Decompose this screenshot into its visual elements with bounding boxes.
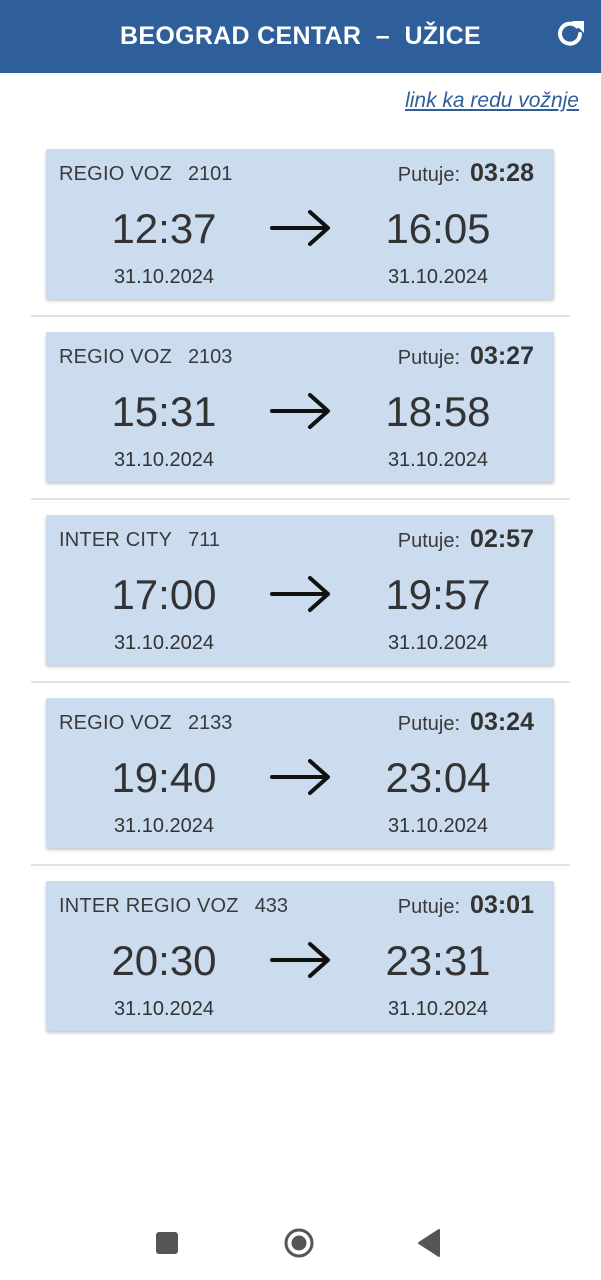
arrow-right-icon	[270, 942, 330, 978]
train-label: REGIO VOZ 2133	[59, 712, 232, 735]
route-title: BEOGRAD CENTAR – UŽICE	[120, 22, 481, 50]
arrival-time: 18:58	[385, 388, 491, 435]
train-type: REGIO VOZ	[59, 346, 172, 368]
duration-value: 03:28	[470, 159, 534, 187]
duration: Putuje: 03:27	[398, 342, 534, 371]
arrival-time: 16:05	[385, 205, 491, 252]
duration-value: 03:27	[470, 342, 534, 370]
duration-value: 02:57	[470, 525, 534, 553]
train-number: 2103	[187, 346, 233, 368]
schedule-link[interactable]: link ka redu vožnje	[405, 89, 579, 113]
departure-time: 15:31	[111, 388, 217, 435]
arrow-right-icon	[270, 393, 330, 429]
arrow-right-icon	[270, 759, 330, 795]
departure-date: 31.10.2024	[113, 266, 215, 288]
recent-apps-icon[interactable]	[156, 1232, 178, 1254]
train-type: REGIO VOZ	[59, 163, 172, 185]
departure-time: 12:37	[111, 205, 217, 252]
app-header: BEOGRAD CENTAR – UŽICE	[0, 0, 601, 73]
train-card[interactable]: INTER REGIO VOZ 433 Putuje: 03:01 20:30 2…	[46, 881, 554, 1031]
duration: Putuje: 03:24	[398, 708, 534, 737]
arrival-time: 23:04	[385, 754, 491, 801]
train-card[interactable]: REGIO VOZ 2133 Putuje: 03:24 19:40 23:04 …	[46, 698, 554, 848]
train-label: REGIO VOZ 2103	[59, 346, 232, 369]
duration: Putuje: 03:28	[398, 159, 534, 188]
home-icon[interactable]	[283, 1227, 315, 1259]
duration-label: Putuje:	[397, 713, 461, 735]
duration-value: 03:24	[470, 708, 534, 736]
duration-label: Putuje:	[397, 896, 461, 918]
arrival-date: 31.10.2024	[387, 632, 489, 654]
departure-date: 31.10.2024	[113, 998, 215, 1020]
arrow-right-icon	[270, 210, 330, 246]
train-number: 433	[254, 895, 289, 917]
refresh-icon	[558, 21, 584, 46]
train-type: INTER CITY	[59, 529, 173, 551]
train-card[interactable]: REGIO VOZ 2103 Putuje: 03:27 15:31 18:58 …	[46, 332, 554, 482]
train-card-slot: REGIO VOZ 2101 Putuje: 03:28 12:37 16:05 …	[0, 149, 601, 332]
arrival-date: 31.10.2024	[387, 815, 489, 837]
app-screen: BEOGRAD CENTAR – UŽICE link ka redu vožn…	[0, 0, 601, 1280]
train-card-slot: INTER REGIO VOZ 433 Putuje: 03:01 20:30 2…	[0, 864, 601, 1064]
train-type: INTER REGIO VOZ	[59, 895, 239, 917]
duration-label: Putuje:	[397, 347, 461, 369]
departure-date: 31.10.2024	[113, 815, 215, 837]
arrow-right-icon	[270, 576, 330, 612]
train-card-slot: INTER CITY 711 Putuje: 02:57 17:00 19:57 …	[0, 498, 601, 698]
train-card[interactable]: INTER CITY 711 Putuje: 02:57 17:00 19:57 …	[46, 515, 554, 665]
arrival-date: 31.10.2024	[387, 266, 489, 288]
system-nav-bar	[0, 1206, 601, 1280]
departure-date: 31.10.2024	[113, 449, 215, 471]
train-label: REGIO VOZ 2101	[59, 163, 232, 186]
arrival-time: 23:31	[385, 937, 491, 984]
refresh-button[interactable]	[553, 17, 587, 51]
duration-label: Putuje:	[397, 164, 461, 186]
train-number: 711	[188, 529, 221, 551]
departure-time: 19:40	[111, 754, 217, 801]
duration-value: 03:01	[470, 891, 534, 919]
back-icon[interactable]	[417, 1228, 441, 1258]
train-label: INTER CITY 711	[59, 529, 220, 552]
arrival-time: 19:57	[385, 571, 491, 618]
departure-date: 31.10.2024	[113, 632, 215, 654]
duration: Putuje: 02:57	[398, 525, 534, 554]
duration-label: Putuje:	[397, 530, 461, 552]
train-number: 2133	[187, 712, 233, 734]
departure-time: 17:00	[111, 571, 217, 618]
train-number: 2101	[187, 163, 233, 185]
train-type: REGIO VOZ	[59, 712, 172, 734]
train-card-slot: REGIO VOZ 2103 Putuje: 03:27 15:31 18:58 …	[0, 315, 601, 515]
duration: Putuje: 03:01	[398, 891, 534, 920]
arrival-date: 31.10.2024	[387, 998, 489, 1020]
train-card-slot: REGIO VOZ 2133 Putuje: 03:24 19:40 23:04 …	[0, 681, 601, 881]
arrival-date: 31.10.2024	[387, 449, 489, 471]
train-list: REGIO VOZ 2101 Putuje: 03:28 12:37 16:05 …	[0, 149, 601, 1064]
departure-time: 20:30	[111, 937, 217, 984]
train-label: INTER REGIO VOZ 433	[59, 895, 288, 918]
train-card[interactable]: REGIO VOZ 2101 Putuje: 03:28 12:37 16:05 …	[46, 149, 554, 299]
